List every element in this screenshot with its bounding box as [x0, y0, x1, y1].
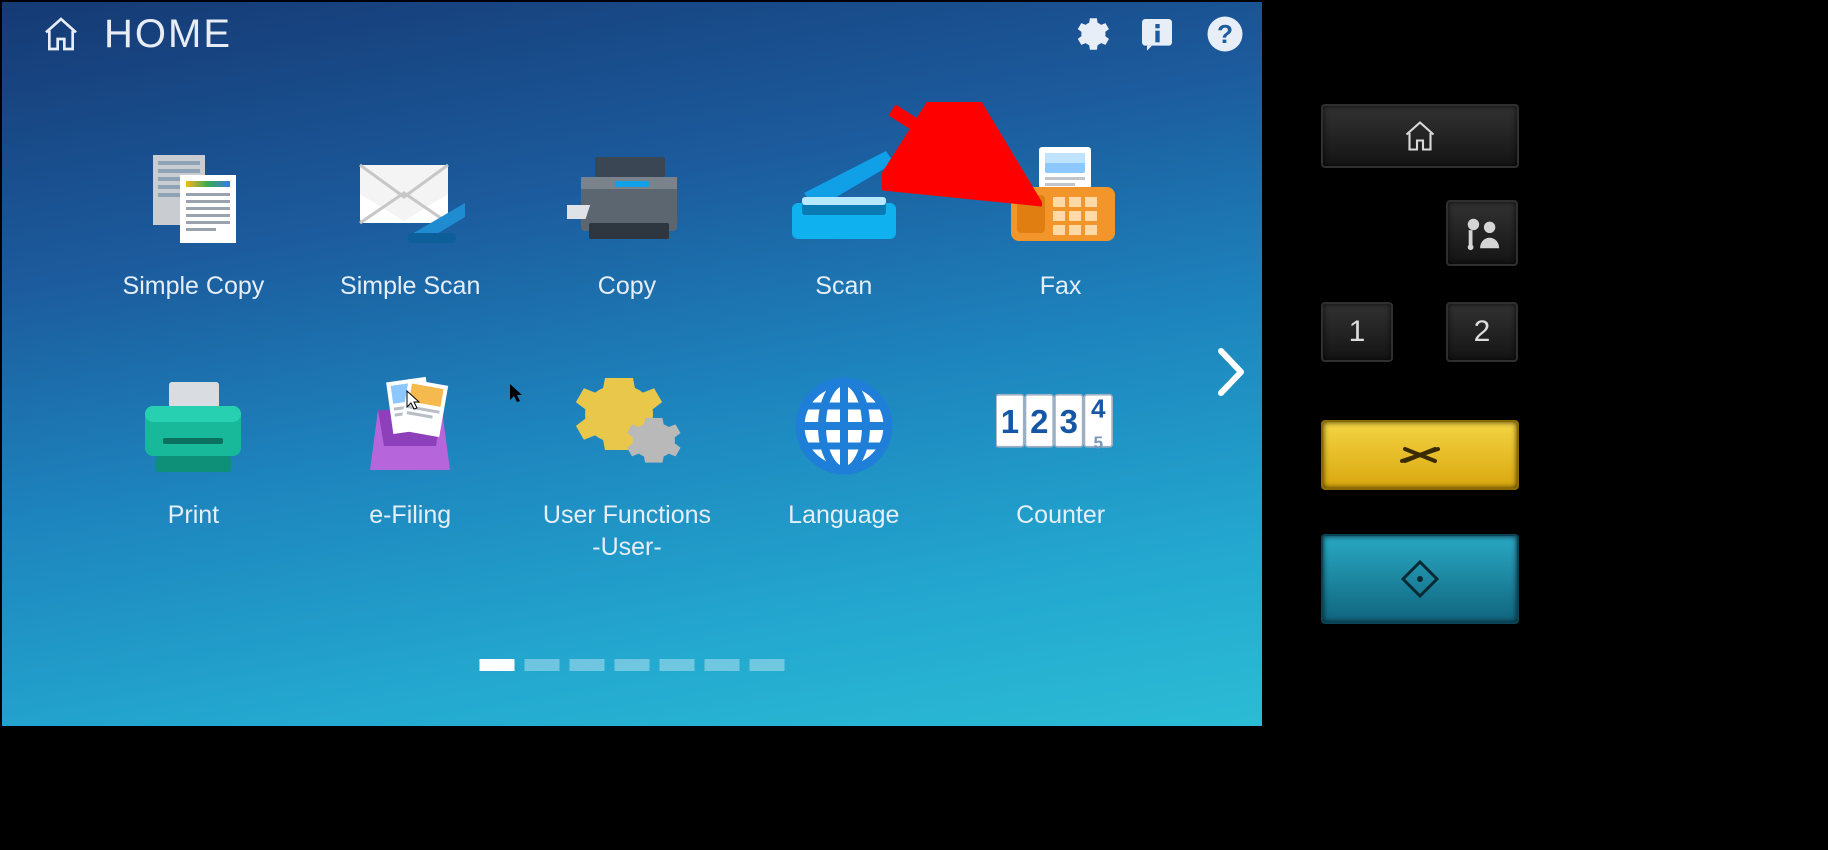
app-label: Fax	[1040, 270, 1082, 303]
app-simple-copy[interactable]: Simple Copy	[87, 142, 300, 303]
counter-icon: 1 2 3 4 5	[996, 371, 1126, 481]
language-icon	[779, 371, 909, 481]
app-counter[interactable]: 1 2 3 4 5 Counter	[954, 371, 1167, 564]
page-dot[interactable]	[525, 659, 560, 671]
hw-key-1[interactable]: 1	[1321, 302, 1393, 362]
page-dot[interactable]	[750, 659, 785, 671]
page-title: HOME	[104, 12, 232, 57]
cursor-icon	[510, 384, 526, 404]
info-icon[interactable]	[1134, 11, 1180, 57]
svg-text:?: ?	[1217, 19, 1233, 49]
app-label: Print	[168, 499, 219, 532]
app-label: Counter	[1016, 499, 1105, 532]
home-screen: HOME ? Simple Copy	[2, 2, 1262, 726]
app-label: Language	[788, 499, 899, 532]
app-fax[interactable]: Fax	[954, 142, 1167, 303]
key-label: 2	[1474, 315, 1491, 349]
svg-text:1: 1	[1000, 402, 1018, 439]
app-simple-scan[interactable]: Simple Scan	[304, 142, 517, 303]
hw-access-button[interactable]	[1446, 200, 1518, 266]
print-icon	[128, 371, 258, 481]
page-dot[interactable]	[480, 659, 515, 671]
page-dot[interactable]	[660, 659, 695, 671]
copy-icon	[562, 142, 692, 252]
e-filing-icon	[345, 371, 475, 481]
app-label: Simple Copy	[123, 270, 265, 303]
simple-copy-icon	[128, 142, 258, 252]
hw-home-button[interactable]	[1321, 104, 1519, 168]
app-label: Copy	[598, 270, 656, 303]
hw-start-button[interactable]	[1321, 534, 1519, 624]
app-scan[interactable]: Scan	[737, 142, 950, 303]
hw-key-2[interactable]: 2	[1446, 302, 1518, 362]
cursor-icon	[406, 390, 424, 412]
app-user-functions[interactable]: User Functions -User-	[521, 371, 734, 564]
key-label: 1	[1349, 315, 1366, 349]
next-page-arrow[interactable]	[1212, 342, 1252, 402]
user-functions-icon	[562, 371, 692, 481]
page-indicator	[480, 659, 785, 671]
hardware-button-panel: 1 2	[1262, 0, 1554, 728]
app-label: e-Filing	[369, 499, 451, 532]
app-print[interactable]: Print	[87, 371, 300, 564]
fax-icon	[996, 142, 1126, 252]
page-dot[interactable]	[570, 659, 605, 671]
svg-text:4: 4	[1091, 393, 1106, 423]
app-label: User Functions -User-	[543, 499, 711, 564]
help-icon[interactable]: ?	[1202, 11, 1248, 57]
page-dot[interactable]	[615, 659, 650, 671]
app-label: Simple Scan	[340, 270, 480, 303]
settings-icon[interactable]	[1066, 11, 1112, 57]
svg-text:3: 3	[1059, 402, 1077, 439]
home-icon[interactable]	[38, 11, 84, 57]
app-language[interactable]: Language	[737, 371, 950, 564]
header-bar: HOME ?	[2, 2, 1262, 66]
page-dot[interactable]	[705, 659, 740, 671]
svg-text:5: 5	[1093, 432, 1103, 452]
app-label: Scan	[815, 270, 872, 303]
hw-clear-button[interactable]	[1321, 420, 1519, 490]
app-grid: Simple Copy Simple Scan	[87, 142, 1167, 564]
scan-icon	[779, 142, 909, 252]
simple-scan-icon	[345, 142, 475, 252]
svg-text:2: 2	[1030, 402, 1048, 439]
app-copy[interactable]: Copy	[521, 142, 734, 303]
